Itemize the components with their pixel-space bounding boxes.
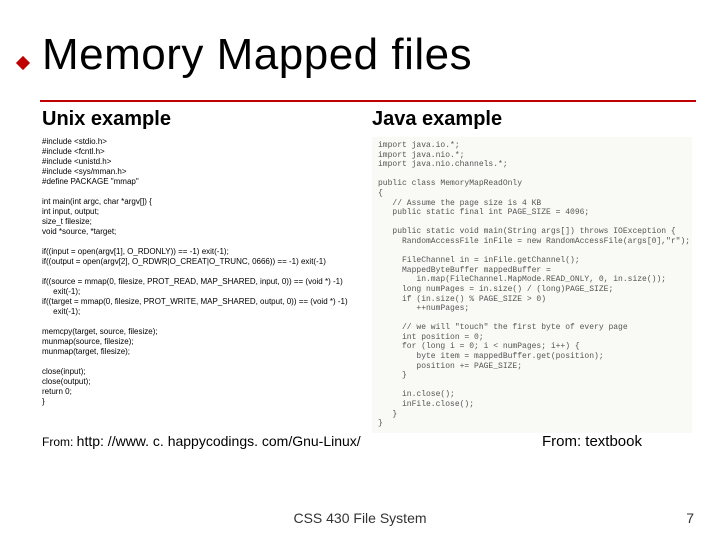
title-underline: [40, 100, 696, 102]
source-right: From: textbook: [542, 433, 642, 450]
source-left-prefix: From:: [42, 435, 77, 449]
left-heading: Unix example: [42, 108, 362, 131]
unix-code-block: #include <stdio.h> #include <fcntl.h> #i…: [42, 137, 362, 407]
left-column: Unix example #include <stdio.h> #include…: [42, 108, 362, 433]
source-left-url: http: //www. c. happycodings. com/Gnu-Li…: [77, 433, 361, 449]
java-code-block: import java.io.*; import java.nio.*; imp…: [372, 137, 692, 433]
slide-title: Memory Mapped files: [42, 30, 692, 80]
right-column: Java example import java.io.*; import ja…: [372, 108, 692, 433]
source-left: From: http: //www. c. happycodings. com/…: [42, 433, 361, 449]
slide: Memory Mapped files Unix example #includ…: [0, 0, 720, 540]
page-number: 7: [686, 510, 694, 526]
right-heading: Java example: [372, 108, 692, 131]
content-columns: Unix example #include <stdio.h> #include…: [42, 108, 692, 433]
source-row: From: http: //www. c. happycodings. com/…: [42, 433, 692, 450]
footer-text: CSS 430 File System: [0, 510, 720, 526]
title-bullet: [16, 56, 30, 70]
